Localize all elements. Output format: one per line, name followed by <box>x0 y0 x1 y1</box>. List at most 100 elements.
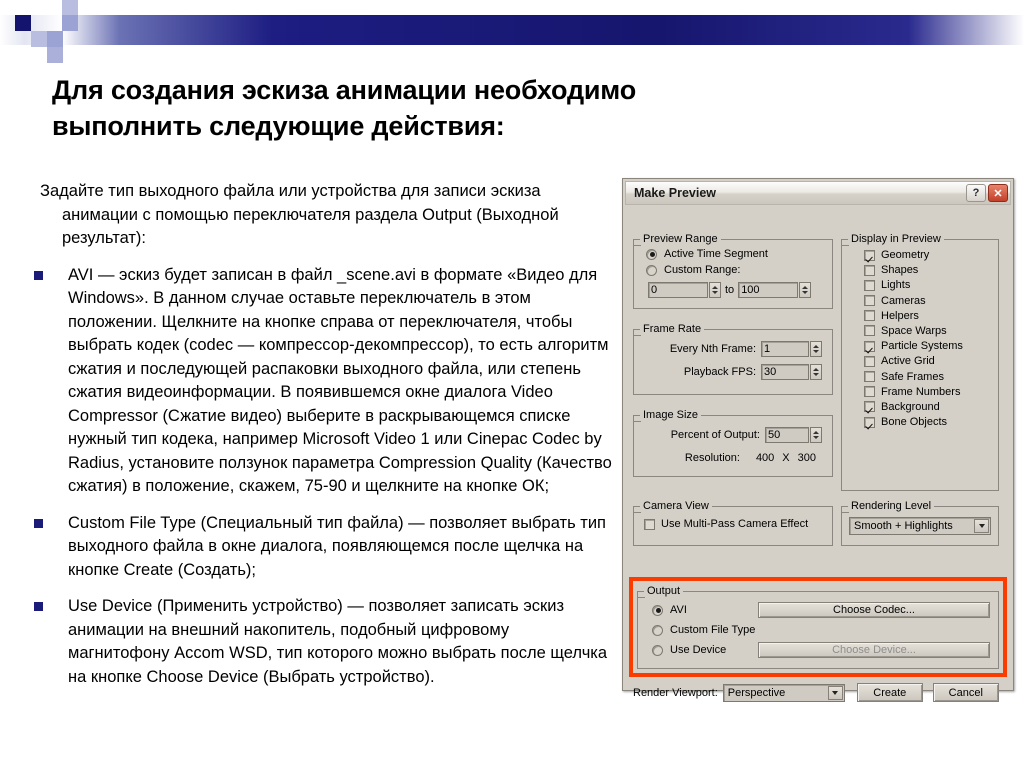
help-button[interactable]: ? <box>966 184 986 202</box>
checkbox-space-warps-icon[interactable] <box>864 325 875 337</box>
display-option-space-warps[interactable]: Space Warps <box>864 325 998 337</box>
display-option-label: Safe Frames <box>881 370 944 383</box>
display-option-label: Helpers <box>881 309 919 322</box>
radio-custom-file-type-icon[interactable] <box>652 624 663 636</box>
option-label: Custom Range: <box>664 264 741 276</box>
custom-range-fields: 0 to 100 <box>648 282 832 298</box>
multipass-checkbox-row[interactable]: Use Multi-Pass Camera Effect <box>644 518 832 530</box>
range-to-spinner[interactable] <box>799 282 812 298</box>
checkbox-bone-objects-icon[interactable] <box>864 416 875 428</box>
chevron-down-icon[interactable] <box>974 519 989 533</box>
display-option-background[interactable]: Background <box>864 401 998 413</box>
display-option-particle-systems[interactable]: Particle Systems <box>864 340 998 352</box>
close-icon[interactable]: ✕ <box>988 184 1008 202</box>
checkbox-particle-systems-icon[interactable] <box>864 340 875 352</box>
checkbox-background-icon[interactable] <box>864 401 875 413</box>
bullet-text: AVI — эскиз будет записан в файл _scene.… <box>68 265 612 496</box>
intro-paragraph: Задайте тип выходного файла или устройст… <box>22 180 612 251</box>
banner-square-light-top <box>62 0 78 16</box>
display-option-label: Background <box>881 400 940 413</box>
output-option-custom-file-type[interactable]: Custom File Type <box>652 624 990 636</box>
display-option-geometry[interactable]: Geometry <box>864 249 998 261</box>
checkbox-multipass-icon[interactable] <box>644 518 655 530</box>
avi-label: AVI <box>670 604 687 616</box>
banner-square-light-a <box>31 31 47 47</box>
display-option-label: Active Grid <box>881 355 935 368</box>
checkbox-geometry-icon[interactable] <box>864 249 875 261</box>
percent-of-output-input[interactable]: 50 <box>765 427 809 443</box>
dialog-title-bar[interactable]: Make Preview ? ✕ <box>625 181 1011 205</box>
option-label: Active Time Segment <box>664 248 768 260</box>
display-option-cameras[interactable]: Cameras <box>864 295 998 307</box>
resolution-height: 300 <box>797 452 816 464</box>
output-option-use-device[interactable]: Use Device Choose Device... <box>652 642 990 658</box>
dialog-body: Preview Range Active Time Segment Custom… <box>623 205 1013 702</box>
display-option-label: Frame Numbers <box>881 385 961 398</box>
choose-codec-button[interactable]: Choose Codec... <box>758 602 990 618</box>
checkbox-shapes-icon[interactable] <box>864 264 875 276</box>
render-viewport-dropdown[interactable]: Perspective <box>722 683 845 702</box>
range-from-input[interactable]: 0 <box>648 282 708 298</box>
every-nth-frame-input[interactable]: 1 <box>761 341 809 357</box>
output-option-avi[interactable]: AVI Choose Codec... <box>652 602 990 618</box>
dialog-footer: Render Viewport: Perspective Create Canc… <box>633 683 1003 702</box>
resolution-label: Resolution: <box>684 452 740 464</box>
banner-square-light-c <box>47 47 63 63</box>
checkbox-safe-frames-icon[interactable] <box>864 371 875 382</box>
image-size-group: Image Size Percent of Output: 50 Resolut… <box>633 409 833 477</box>
checkbox-helpers-icon[interactable] <box>864 310 875 322</box>
slide-body: Задайте тип выходного файла или устройст… <box>22 180 612 702</box>
multipass-label: Use Multi-Pass Camera Effect <box>661 518 809 530</box>
rendering-level-dropdown[interactable]: Smooth + Highlights <box>849 517 991 535</box>
camera-view-group: Camera View Use Multi-Pass Camera Effect <box>633 500 833 546</box>
display-option-bone-objects[interactable]: Bone Objects <box>864 416 998 428</box>
use-device-label: Use Device <box>670 644 727 656</box>
banner-square-light-b <box>47 31 63 47</box>
display-option-label: Geometry <box>881 249 930 261</box>
radio-avi-icon[interactable] <box>652 604 663 616</box>
intro-text: Задайте тип выходного файла или устройст… <box>40 182 559 247</box>
radio-custom-range-icon[interactable] <box>646 264 657 276</box>
image-size-legend: Image Size <box>643 409 699 421</box>
preview-range-option-custom[interactable]: Custom Range: <box>646 264 832 276</box>
playback-fps-input[interactable]: 30 <box>761 364 809 380</box>
header-banner <box>0 0 1024 63</box>
display-option-lights[interactable]: Lights <box>864 279 998 291</box>
checkbox-lights-icon[interactable] <box>864 279 875 291</box>
playback-fps-row: Playback FPS: 30 <box>634 364 822 380</box>
checkbox-cameras-icon[interactable] <box>864 295 875 307</box>
range-to-input[interactable]: 100 <box>738 282 799 298</box>
bullet-item-avi: AVI — эскиз будет записан в файл _scene.… <box>22 264 612 499</box>
display-in-preview-list: Geometry Shapes Lights Cameras Helpers Space … <box>864 249 998 428</box>
cancel-button[interactable]: Cancel <box>932 683 999 702</box>
display-option-shapes[interactable]: Shapes <box>864 264 998 276</box>
checkbox-frame-numbers-icon[interactable] <box>864 386 875 398</box>
choose-device-button: Choose Device... <box>758 642 990 658</box>
radio-use-device-icon[interactable] <box>652 644 663 656</box>
display-option-helpers[interactable]: Helpers <box>864 310 998 322</box>
banner-gradient-bar <box>62 15 1024 45</box>
preview-range-option-active[interactable]: Active Time Segment <box>646 248 832 260</box>
rendering-level-value: Smooth + Highlights <box>854 520 953 532</box>
chevron-down-icon[interactable] <box>827 685 843 700</box>
every-nth-frame-label: Every Nth Frame: <box>669 343 756 355</box>
custom-file-type-label: Custom File Type <box>670 624 756 636</box>
display-option-safe-frames[interactable]: Safe Frames <box>864 371 998 383</box>
display-option-active-grid[interactable]: Active Grid <box>864 355 998 367</box>
banner-square-navy <box>15 15 31 31</box>
display-option-frame-numbers[interactable]: Frame Numbers <box>864 386 998 398</box>
checkbox-active-grid-icon[interactable] <box>864 355 875 367</box>
display-option-label: Cameras <box>881 294 926 307</box>
range-to-label: to <box>725 284 735 296</box>
radio-active-time-segment-icon[interactable] <box>646 248 657 260</box>
bullet-marker-icon <box>34 270 43 280</box>
render-viewport-value: Perspective <box>727 686 786 699</box>
range-from-spinner[interactable] <box>709 282 721 298</box>
playback-fps-spinner[interactable] <box>810 364 822 380</box>
display-in-preview-group: Display in Preview Geometry Shapes Lights C… <box>841 233 999 491</box>
percent-of-output-spinner[interactable] <box>810 427 822 443</box>
display-option-label: Lights <box>881 279 911 292</box>
make-preview-dialog: Make Preview ? ✕ Preview Range Active Ti… <box>622 178 1014 702</box>
create-button[interactable]: Create <box>856 683 923 702</box>
every-nth-frame-spinner[interactable] <box>810 341 822 357</box>
